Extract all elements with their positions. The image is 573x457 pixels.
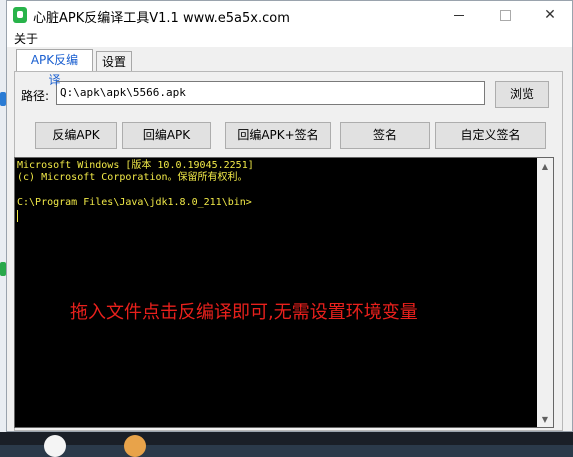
scroll-up-icon[interactable]: ▲ [537, 158, 553, 174]
close-icon: ✕ [544, 7, 556, 23]
path-label: 路径: [21, 89, 50, 103]
menu-about[interactable]: 关于 [14, 30, 38, 47]
taskbar-icon [124, 435, 146, 457]
scroll-down-icon[interactable]: ▼ [537, 411, 553, 427]
app-icon [13, 7, 27, 23]
browse-button[interactable]: 浏览 [495, 81, 549, 108]
recompile-button[interactable]: 回编APK [122, 122, 211, 149]
tab-apk-decompile[interactable]: APK反编译 [16, 49, 93, 87]
custom-sign-button[interactable]: 自定义签名 [435, 122, 546, 149]
taskbar-edge [0, 432, 573, 457]
recompile-sign-button[interactable]: 回编APK+签名 [225, 122, 331, 149]
sign-button[interactable]: 签名 [340, 122, 430, 149]
console-line: (c) Microsoft Corporation。保留所有权利。 [17, 172, 248, 183]
console-prompt: C:\Program Files\Java\jdk1.8.0_211\bin> [17, 197, 252, 208]
close-button[interactable]: ✕ [527, 1, 573, 29]
title-bar[interactable]: 心脏APK反编译工具V1.1 www.e5a5x.com ✕ [7, 1, 572, 29]
path-input[interactable]: Q:\apk\apk\5566.apk [56, 81, 485, 105]
drag-hint-text: 拖入文件点击反编译即可,无需设置环境变量 [70, 302, 418, 323]
console-line: Microsoft Windows [版本 10.0.19045.2251] [17, 160, 254, 171]
taskbar-icon [44, 435, 66, 457]
maximize-button[interactable] [482, 1, 528, 29]
maximize-icon [499, 9, 511, 21]
minimize-button[interactable] [436, 1, 482, 29]
menu-bar: 关于 [7, 29, 572, 47]
window-title: 心脏APK反编译工具V1.1 www.e5a5x.com [33, 11, 290, 26]
minimize-icon [454, 14, 464, 16]
decompile-button[interactable]: 反编APK [35, 122, 117, 149]
app-window: 心脏APK反编译工具V1.1 www.e5a5x.com ✕ 关于 APK反编译… [6, 0, 573, 432]
text-cursor [17, 210, 18, 222]
console-scrollbar[interactable]: ▲ ▼ [537, 158, 553, 427]
tab-settings[interactable]: 设置 [96, 51, 132, 71]
console-output[interactable]: Microsoft Windows [版本 10.0.19045.2251] (… [14, 157, 554, 428]
